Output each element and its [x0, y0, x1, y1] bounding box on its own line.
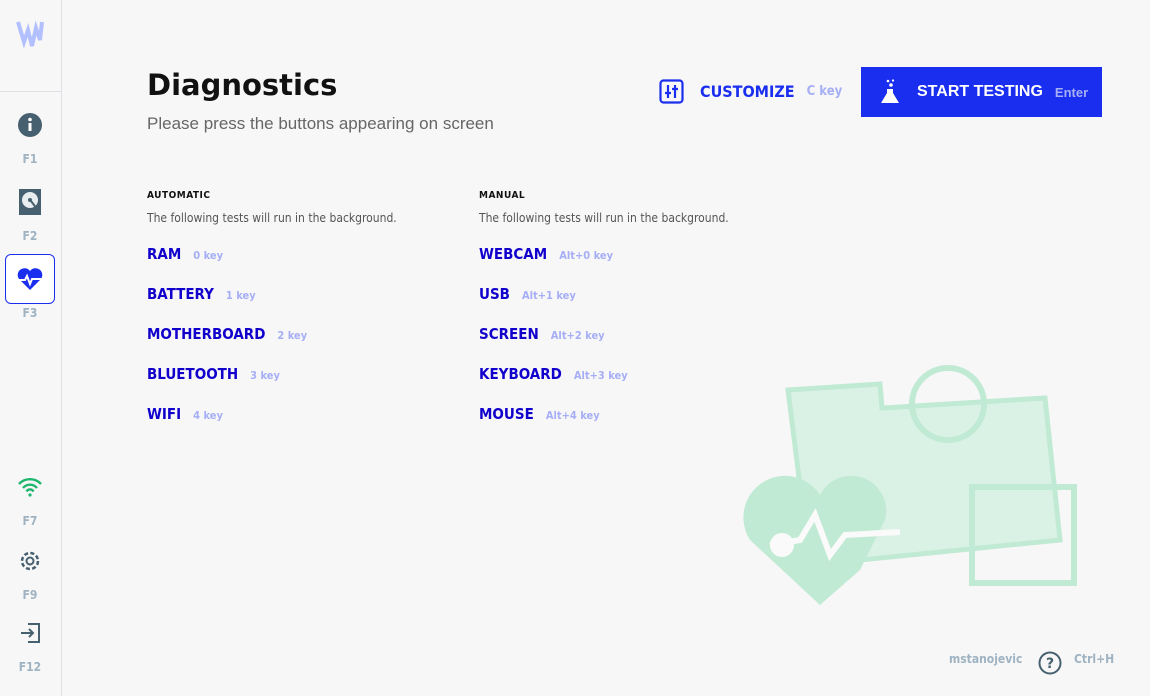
section-description: The following tests will run in the back…: [479, 211, 729, 225]
test-name: WEBCAM: [479, 245, 548, 263]
test-name: WIFI: [147, 405, 182, 423]
sidebar-item-info[interactable]: F1: [5, 100, 55, 166]
shortcut-label: F12: [18, 660, 42, 674]
test-item-usb[interactable]: USB Alt+1 key: [479, 285, 729, 325]
test-item-webcam[interactable]: WEBCAM Alt+0 key: [479, 245, 729, 285]
test-item-screen[interactable]: SCREEN Alt+2 key: [479, 325, 729, 365]
start-testing-shortcut: Enter: [1054, 84, 1089, 100]
sidebar-item-diagnostics[interactable]: F3: [5, 254, 55, 320]
sidebar: F1 F2 F3 F7 F9 F12: [0, 0, 62, 696]
diagnostics-illustration: [743, 365, 1077, 605]
test-name: RAM: [147, 245, 182, 263]
manual-section: MANUAL The following tests will run in t…: [479, 190, 729, 445]
divider: [0, 91, 61, 92]
test-item-motherboard[interactable]: MOTHERBOARD 2 key: [147, 325, 397, 365]
sidebar-item-settings[interactable]: F9: [5, 536, 55, 602]
sidebar-item-disk[interactable]: F2: [5, 177, 55, 243]
username: mstanojevic: [949, 652, 1023, 666]
test-shortcut: Alt+1 key: [521, 289, 576, 302]
shortcut-label: F3: [22, 306, 38, 320]
test-item-keyboard[interactable]: KEYBOARD Alt+3 key: [479, 365, 729, 405]
test-shortcut: 0 key: [193, 249, 224, 262]
page-subtitle: Please press the buttons appearing on sc…: [147, 114, 494, 133]
test-shortcut: 2 key: [277, 329, 308, 342]
logout-icon: [21, 623, 40, 643]
hard-disk-icon: [19, 189, 41, 215]
test-name: MOTHERBOARD: [147, 325, 266, 343]
section-description: The following tests will run in the back…: [147, 211, 397, 225]
info-icon: [18, 113, 42, 137]
test-shortcut: 4 key: [193, 409, 223, 422]
customize-button[interactable]: CUSTOMIZE C key: [659, 79, 842, 104]
test-shortcut: 1 key: [225, 289, 256, 302]
section-heading: AUTOMATIC: [147, 190, 211, 201]
test-shortcut: Alt+4 key: [545, 409, 600, 422]
automatic-section: AUTOMATIC The following tests will run i…: [147, 190, 397, 445]
test-name: KEYBOARD: [479, 365, 562, 383]
test-shortcut: Alt+3 key: [573, 369, 628, 382]
help-shortcut: Ctrl+H: [1074, 652, 1115, 666]
customize-shortcut: C key: [806, 84, 843, 99]
test-name: BATTERY: [147, 285, 214, 303]
customize-label: CUSTOMIZE: [700, 82, 795, 101]
shortcut-label: F7: [22, 514, 38, 528]
shortcut-label: F2: [22, 229, 38, 243]
sidebar-item-logout[interactable]: F12: [5, 608, 55, 674]
help-icon[interactable]: ?: [1038, 651, 1062, 675]
sidebar-item-wifi[interactable]: F7: [5, 462, 55, 528]
shortcut-label: F9: [22, 588, 38, 602]
shortcut-label: F1: [22, 152, 38, 166]
sliders-icon: [659, 79, 684, 104]
section-heading: MANUAL: [479, 190, 526, 201]
test-item-bluetooth[interactable]: BLUETOOTH 3 key: [147, 365, 397, 405]
test-item-mouse[interactable]: MOUSE Alt+4 key: [479, 405, 729, 445]
test-name: USB: [479, 285, 510, 303]
test-item-battery[interactable]: BATTERY 1 key: [147, 285, 397, 325]
wifi-icon: [18, 478, 42, 497]
svg-text:?: ?: [1046, 656, 1054, 672]
page-title: Diagnostics: [147, 68, 338, 102]
flask-icon: [881, 79, 899, 103]
start-testing-button[interactable]: START TESTING Enter: [861, 67, 1102, 117]
test-shortcut: Alt+0 key: [559, 249, 614, 262]
test-shortcut: Alt+2 key: [550, 329, 605, 342]
test-name: SCREEN: [479, 325, 539, 343]
heart-pulse-icon: [17, 268, 43, 290]
start-testing-label: START TESTING: [917, 83, 1043, 100]
gear-icon: [20, 551, 40, 571]
test-item-wifi[interactable]: WIFI 4 key: [147, 405, 397, 445]
logo-icon: [16, 20, 44, 49]
test-name: BLUETOOTH: [147, 365, 239, 383]
test-shortcut: 3 key: [250, 369, 280, 382]
test-name: MOUSE: [479, 405, 534, 423]
test-item-ram[interactable]: RAM 0 key: [147, 245, 397, 285]
